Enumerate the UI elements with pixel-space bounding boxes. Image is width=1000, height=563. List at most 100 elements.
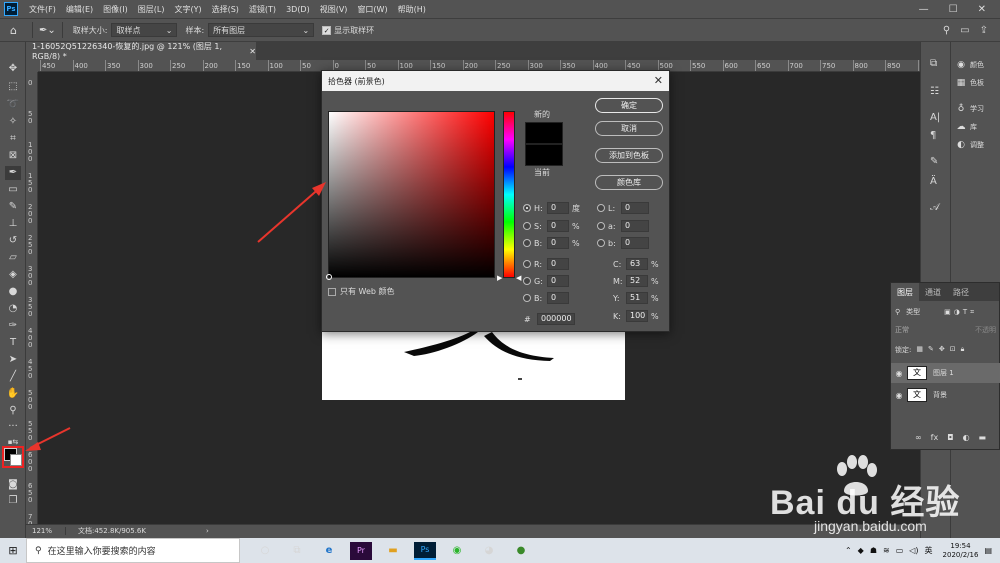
swatches-panel-item[interactable]: ▦ 色板 bbox=[956, 78, 984, 88]
tab-layers[interactable]: 图层 bbox=[891, 283, 919, 301]
adjustment-layer-icon[interactable]: ◐ bbox=[963, 433, 970, 442]
quick-mask-icon[interactable]: ◙ bbox=[5, 478, 21, 492]
lock-artboard-icon[interactable]: ⊡ bbox=[950, 345, 956, 355]
lasso-tool-icon[interactable]: ➰ bbox=[5, 98, 21, 112]
taskbar-clock[interactable]: 19:54 2020/2/16 bbox=[943, 542, 979, 560]
history-panel-icon[interactable]: ⧉ bbox=[930, 58, 937, 69]
eyedropper-tool-icon[interactable]: ✒ bbox=[5, 166, 21, 180]
lock-transparency-icon[interactable]: ▦ bbox=[916, 345, 923, 355]
magic-wand-tool-icon[interactable]: ✧ bbox=[5, 115, 21, 129]
dialog-close-icon[interactable]: ✕ bbox=[654, 74, 663, 87]
radio-a[interactable] bbox=[597, 222, 605, 230]
dodge-tool-icon[interactable]: ◔ bbox=[5, 302, 21, 316]
pen-tool-icon[interactable]: ✑ bbox=[5, 319, 21, 333]
menu-3d[interactable]: 3D(D) bbox=[281, 5, 315, 14]
menu-help[interactable]: 帮助(H) bbox=[393, 4, 431, 15]
ok-button[interactable]: 确定 bbox=[595, 98, 663, 113]
input-magenta[interactable]: 52 bbox=[626, 275, 648, 287]
add-mask-icon[interactable]: ◘ bbox=[947, 433, 953, 442]
menu-file[interactable]: 文件(F) bbox=[24, 4, 61, 15]
link-layers-icon[interactable]: ∞ bbox=[915, 433, 922, 442]
input-lab-a[interactable]: 0 bbox=[621, 220, 649, 232]
paint-bucket-tool-icon[interactable]: ◈ bbox=[5, 268, 21, 282]
radio-lab-b[interactable] bbox=[597, 239, 605, 247]
lock-paint-icon[interactable]: ✎ bbox=[928, 345, 934, 355]
home-icon[interactable]: ⌂ bbox=[10, 24, 26, 37]
history-brush-tool-icon[interactable]: ↺ bbox=[5, 234, 21, 248]
radio-s[interactable] bbox=[523, 222, 531, 230]
volume-icon[interactable]: ◁) bbox=[909, 546, 918, 555]
input-hex[interactable]: 000000 bbox=[537, 313, 575, 325]
path-selection-tool-icon[interactable]: ➤ bbox=[5, 353, 21, 367]
menu-window[interactable]: 窗口(W) bbox=[352, 4, 392, 15]
photoshop-app-icon[interactable]: Ps bbox=[414, 541, 436, 560]
current-color-swatch[interactable] bbox=[525, 144, 563, 166]
radio-blue[interactable] bbox=[523, 294, 531, 302]
input-lab-b[interactable]: 0 bbox=[621, 237, 649, 249]
hue-slider[interactable] bbox=[503, 111, 515, 278]
input-blue[interactable]: 0 bbox=[547, 292, 569, 304]
status-more-icon[interactable]: › bbox=[206, 527, 209, 535]
screen-mode-icon[interactable]: ❐ bbox=[5, 494, 21, 508]
show-ring-checkbox[interactable]: ✓ 显示取样环 bbox=[322, 25, 378, 36]
edge-browser-icon[interactable]: e bbox=[318, 542, 340, 560]
layer-name[interactable]: 图层 1 bbox=[933, 368, 954, 378]
tab-channels[interactable]: 通道 bbox=[919, 283, 947, 301]
ime-indicator[interactable]: 英 bbox=[925, 545, 933, 556]
workspace-icon[interactable]: ▭ bbox=[960, 25, 969, 36]
taskbar-search-box[interactable]: ⚲ 在这里输入你要搜索的内容 bbox=[26, 538, 240, 563]
tray-expand-icon[interactable]: ⌃ bbox=[845, 546, 852, 555]
menu-layer[interactable]: 图层(L) bbox=[133, 4, 170, 15]
input-cyan[interactable]: 63 bbox=[626, 258, 648, 270]
input-yellow[interactable]: 51 bbox=[626, 292, 648, 304]
brush-settings-icon[interactable]: ✎ bbox=[930, 156, 938, 167]
app-avatar-icon[interactable]: ● bbox=[510, 542, 532, 560]
eyedropper-tool-preset-icon[interactable]: ✒⌄ bbox=[39, 25, 56, 36]
add-to-swatches-button[interactable]: 添加到色板 bbox=[595, 148, 663, 163]
checkbox-checked-icon[interactable]: ✓ bbox=[322, 25, 332, 35]
healing-brush-tool-icon[interactable]: ▭ bbox=[5, 183, 21, 197]
sample-dropdown[interactable]: 所有图层 ⌄ bbox=[208, 23, 315, 37]
layer-name[interactable]: 背景 bbox=[933, 390, 947, 400]
color-libraries-button[interactable]: 颜色库 bbox=[595, 175, 663, 190]
input-red[interactable]: 0 bbox=[547, 258, 569, 270]
blend-mode-dropdown[interactable]: 正常 bbox=[895, 325, 909, 335]
menu-view[interactable]: 视图(V) bbox=[315, 4, 353, 15]
frame-tool-icon[interactable]: ⊠ bbox=[5, 149, 21, 163]
eye-icon[interactable]: ◉ bbox=[891, 391, 907, 400]
menu-type[interactable]: 文字(Y) bbox=[169, 4, 206, 15]
wechat-icon[interactable]: ◉ bbox=[446, 542, 468, 560]
input-green[interactable]: 0 bbox=[547, 275, 569, 287]
move-tool-icon[interactable]: ✥ bbox=[5, 62, 21, 76]
eye-icon[interactable]: ◉ bbox=[891, 369, 907, 378]
layer-row[interactable]: ◉ 文 背景 bbox=[891, 385, 1000, 405]
properties-panel-icon[interactable]: ☷ bbox=[930, 86, 939, 97]
color-panel-item[interactable]: ◉ 颜色 bbox=[956, 60, 984, 70]
file-explorer-icon[interactable]: ▬ bbox=[382, 542, 404, 560]
clone-stamp-tool-icon[interactable]: ⊥ bbox=[5, 217, 21, 231]
adjustments-panel-item[interactable]: ◐ 调整 bbox=[956, 140, 984, 150]
input-lab-l[interactable]: 0 bbox=[621, 202, 649, 214]
line-tool-icon[interactable]: ╱ bbox=[5, 370, 21, 384]
search-icon[interactable]: ⚲ bbox=[943, 25, 950, 36]
marquee-tool-icon[interactable]: ⬚ bbox=[5, 80, 21, 94]
blur-tool-icon[interactable]: ● bbox=[5, 285, 21, 299]
tray-app-icon[interactable]: ☗ bbox=[870, 546, 877, 555]
paragraph-panel-icon[interactable]: ¶ bbox=[930, 130, 936, 141]
hand-tool-icon[interactable]: ✋ bbox=[5, 387, 21, 401]
color-field-cursor[interactable] bbox=[326, 274, 332, 280]
new-group-icon[interactable]: ▬ bbox=[979, 433, 987, 442]
radio-r[interactable] bbox=[523, 260, 531, 268]
notifications-icon[interactable]: ▤ bbox=[984, 546, 992, 555]
crop-tool-icon[interactable]: ⌗ bbox=[5, 132, 21, 146]
wifi-icon[interactable]: ≋ bbox=[883, 546, 890, 555]
checkbox-unchecked-icon[interactable] bbox=[328, 287, 336, 296]
cortana-icon[interactable]: ○ bbox=[254, 542, 276, 560]
menu-image[interactable]: 图像(I) bbox=[98, 4, 133, 15]
share-icon[interactable]: ⇪ bbox=[980, 25, 988, 36]
input-saturation[interactable]: 0 bbox=[547, 220, 569, 232]
hue-slider-right-arrow-icon[interactable]: ◀ bbox=[516, 274, 521, 282]
type-tool-icon[interactable]: T bbox=[5, 336, 21, 350]
brush-tool-icon[interactable]: ✎ bbox=[5, 200, 21, 214]
tab-close-icon[interactable]: ✕ bbox=[249, 47, 256, 56]
